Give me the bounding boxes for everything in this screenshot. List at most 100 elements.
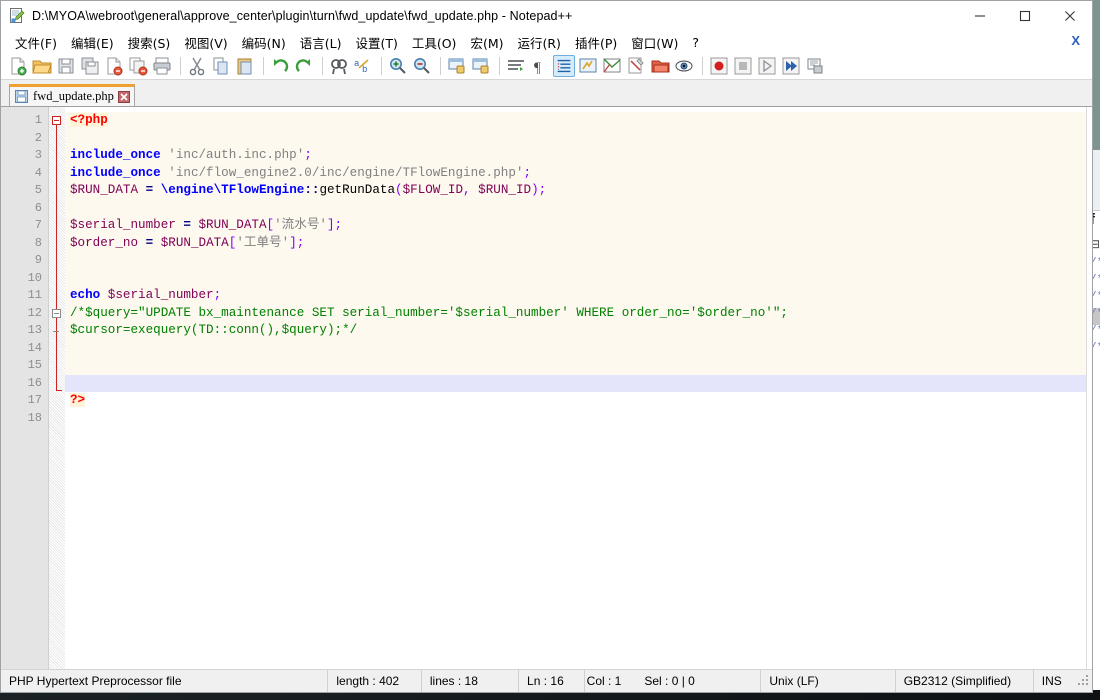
menu-item-help[interactable]: ? xyxy=(685,33,706,52)
zoom-in-icon[interactable] xyxy=(387,55,409,77)
code-line[interactable]: $serial_number = $RUN_DATA['流水号']; xyxy=(65,217,1092,235)
status-insert-mode: INS xyxy=(1041,674,1062,688)
code-token: ?> xyxy=(70,393,86,407)
code-content[interactable]: <?php include_once 'inc/auth.inc.php'; in… xyxy=(65,107,1092,669)
resize-grip[interactable] xyxy=(1077,674,1090,688)
code-folding-column[interactable] xyxy=(49,107,65,669)
record-macro-icon[interactable] xyxy=(708,55,730,77)
word-wrap-icon[interactable] xyxy=(505,55,527,77)
code-line[interactable]: $order_no = $RUN_DATA['工单号']; xyxy=(65,234,1092,252)
code-token: = xyxy=(183,218,191,232)
undo-icon[interactable] xyxy=(269,55,291,77)
tab-fwd-update-php[interactable]: fwd_update.php xyxy=(9,84,135,106)
svg-text:¶: ¶ xyxy=(534,60,541,76)
menu-item-edit[interactable]: 编辑(E) xyxy=(64,31,121,54)
code-token: :: xyxy=(304,183,320,197)
play-macro-icon[interactable] xyxy=(756,55,778,77)
save-all-icon[interactable] xyxy=(79,55,101,77)
menu-item-macro[interactable]: 宏(M) xyxy=(463,31,510,54)
menu-item-encoding[interactable]: 编码(N) xyxy=(235,31,293,54)
monitor-icon[interactable] xyxy=(673,55,695,77)
close-file-icon[interactable] xyxy=(103,55,125,77)
line-number: 8 xyxy=(34,235,42,250)
cut-icon[interactable] xyxy=(186,55,208,77)
vertical-scrollbar[interactable] xyxy=(1086,107,1092,669)
code-token: $cursor=exequery(TD::conn(),$query);*/ xyxy=(70,323,358,337)
print-icon[interactable] xyxy=(151,55,173,77)
menu-item-window[interactable]: 窗口(W) xyxy=(624,31,685,54)
show-all-characters-icon[interactable]: ¶ xyxy=(529,55,551,77)
code-line[interactable]: echo $serial_number; xyxy=(65,287,1092,305)
code-line[interactable]: ?> xyxy=(65,392,1092,410)
code-line[interactable]: include_once 'inc/flow_engine2.0/inc/eng… xyxy=(65,164,1092,182)
menu-item-plugins[interactable]: 插件(P) xyxy=(568,31,624,54)
status-ln: Ln : 16 xyxy=(519,670,585,692)
code-line[interactable]: $cursor=exequery(TD::conn(),$query);*/ xyxy=(65,322,1092,340)
status-length: length : 402 xyxy=(328,670,422,692)
paste-icon[interactable] xyxy=(234,55,256,77)
menu-item-file[interactable]: 文件(F) xyxy=(8,31,64,54)
document-map-icon[interactable] xyxy=(601,55,623,77)
sync-horizontal-scroll-icon[interactable] xyxy=(470,55,492,77)
zoom-out-icon[interactable] xyxy=(411,55,433,77)
notepad-plus-plus-icon xyxy=(9,8,25,24)
sync-vertical-scroll-icon[interactable] xyxy=(446,55,468,77)
line-number: 18 xyxy=(27,410,42,425)
line-number-gutter: 1 2 3 4 5 6 7 8 9 10 11 12 13 14 15 16 17 18 xyxy=(1,107,49,669)
save-icon[interactable] xyxy=(55,55,77,77)
code-token: \engine\TFlowEngine xyxy=(160,183,305,197)
menu-item-language[interactable]: 语言(L) xyxy=(293,31,349,54)
code-line[interactable]: /*$query="UPDATE bx_maintenance SET seri… xyxy=(65,304,1092,322)
line-number: 9 xyxy=(34,253,42,267)
status-sel: Sel : 0 | 0 xyxy=(642,670,762,692)
fold-span-end-tick-line-13 xyxy=(53,331,59,332)
fold-marker-open-line-12[interactable] xyxy=(52,309,61,318)
code-token: ( xyxy=(395,183,403,197)
code-line[interactable] xyxy=(65,410,1092,428)
run-macro-multiple-icon[interactable] xyxy=(780,55,802,77)
code-line[interactable]: <?php xyxy=(65,112,1092,130)
code-line[interactable] xyxy=(65,339,1092,357)
menu-item-view[interactable]: 视图(V) xyxy=(177,31,234,54)
code-line[interactable] xyxy=(65,269,1092,287)
indent-guide-icon[interactable] xyxy=(553,55,575,77)
menu-item-run[interactable]: 运行(R) xyxy=(510,31,567,54)
code-line[interactable] xyxy=(65,357,1092,375)
user-defined-language-icon[interactable] xyxy=(577,55,599,77)
menu-item-search[interactable]: 搜索(S) xyxy=(121,31,178,54)
stop-record-icon[interactable] xyxy=(732,55,754,77)
close-document-button[interactable]: X xyxy=(1071,33,1080,48)
find-icon[interactable] xyxy=(328,55,350,77)
editor-area[interactable]: 1 2 3 4 5 6 7 8 9 10 11 12 13 14 15 16 17 18 <?php includ… xyxy=(1,107,1092,669)
open-file-icon[interactable] xyxy=(31,55,53,77)
code-token: ; xyxy=(304,148,312,162)
code-line[interactable]: $RUN_DATA = \engine\TFlowEngine::getRunD… xyxy=(65,182,1092,200)
function-list-icon[interactable] xyxy=(625,55,647,77)
replace-icon[interactable]: a b xyxy=(352,55,374,77)
line-number: 14 xyxy=(27,340,42,355)
menu-item-settings[interactable]: 设置(T) xyxy=(348,31,404,54)
notepad-plus-plus-window: D:\MYOA\webroot\general\approve_center\p… xyxy=(0,0,1093,693)
code-line[interactable] xyxy=(65,252,1092,270)
folder-as-workspace-icon[interactable] xyxy=(649,55,671,77)
copy-icon[interactable] xyxy=(210,55,232,77)
redo-icon[interactable] xyxy=(293,55,315,77)
code-line[interactable]: include_once 'inc/auth.inc.php'; xyxy=(65,147,1092,165)
fold-marker-open-line-1[interactable] xyxy=(52,116,61,125)
save-macro-icon[interactable] xyxy=(804,55,826,77)
new-file-icon[interactable] xyxy=(7,55,29,77)
close-button[interactable] xyxy=(1047,1,1092,31)
desktop: f ⊟ /* /* /* /* /* /* D:\MYOA\webroot\ge… xyxy=(0,0,1100,700)
minimize-button[interactable] xyxy=(957,1,1002,31)
menu-item-tools[interactable]: 工具(O) xyxy=(405,31,464,54)
maximize-button[interactable] xyxy=(1002,1,1047,31)
code-line[interactable] xyxy=(65,374,1092,392)
code-line[interactable] xyxy=(65,129,1092,147)
close-tab-icon[interactable] xyxy=(117,90,130,103)
close-all-icon[interactable] xyxy=(127,55,149,77)
code-line[interactable] xyxy=(65,199,1092,217)
status-col: Col : 1 xyxy=(586,674,622,688)
